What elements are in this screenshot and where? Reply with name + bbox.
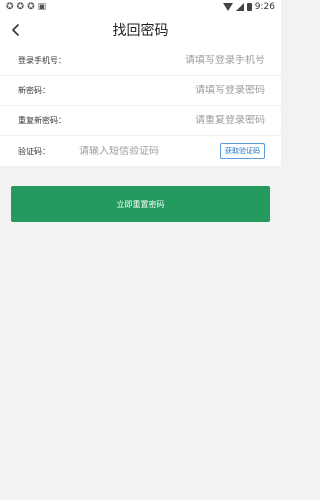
verify-code-row: 验证码： 获取验证码 [0,136,281,166]
back-button[interactable] [6,21,24,39]
new-password-input[interactable] [50,85,265,96]
verify-code-input[interactable] [50,145,220,157]
status-right: 9:26 [222,2,275,12]
sync-icon: ✪ [6,1,14,12]
battery-icon [246,3,252,11]
wifi-icon [222,3,233,11]
status-time: 9:26 [254,2,275,12]
notification-icon: ▣ [37,1,47,12]
repeat-password-row: 重复新密码： [0,106,281,136]
new-password-row: 新密码： [0,76,281,106]
status-left-icons: ✪ ✪ ✪ ▣ [6,1,47,12]
signal-icon [235,3,244,11]
new-password-label: 新密码： [18,86,50,95]
status-bar: ✪ ✪ ✪ ▣ 9:26 [0,0,281,14]
repeat-password-input[interactable] [66,115,265,126]
chevron-left-icon [11,24,19,36]
sync-icon: ✪ [16,1,25,12]
verify-code-label: 验证码： [18,146,50,156]
phone-label: 登录手机号： [18,56,66,65]
phone-input[interactable] [66,55,265,66]
get-code-button[interactable]: 获取验证码 [220,143,265,159]
repeat-password-label: 重复新密码： [18,116,66,125]
phone-row: 登录手机号： [0,46,281,76]
page-title: 找回密码 [112,23,169,39]
sync-icon: ✪ [27,1,35,12]
reset-password-button[interactable]: 立即重置密码 [11,186,270,222]
header: 找回密码 [0,14,281,46]
reset-form: 登录手机号： 新密码： 重复新密码： 验证码： 获取验证码 [0,46,281,166]
